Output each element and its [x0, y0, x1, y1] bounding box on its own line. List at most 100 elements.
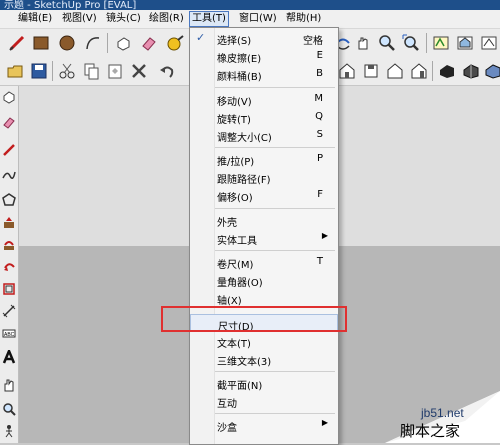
view-front-icon[interactable] — [384, 60, 406, 82]
menu-item-label: 互动 — [217, 399, 237, 410]
menu-edit[interactable]: 编辑(E) — [16, 12, 54, 26]
menu-item-label: 推/拉(P) — [217, 157, 255, 168]
style-monochrome-icon[interactable] — [460, 60, 482, 82]
menu-item-rotate[interactable]: 旋转(T) Q — [190, 108, 338, 126]
menu-item-label: 截平面(N) — [217, 381, 263, 392]
menu-item-label: 轴(X) — [217, 296, 242, 307]
freehand-icon[interactable] — [1, 166, 17, 184]
menu-item-shortcut: E — [316, 50, 323, 61]
menu-item-label: 选择(S) — [217, 36, 252, 47]
style-textured-icon[interactable] — [482, 60, 500, 82]
watermark-site-name: 脚本之家 — [400, 422, 461, 440]
eraser-tool-icon[interactable] — [1, 113, 17, 131]
style-hidden-line-icon[interactable] — [436, 60, 458, 82]
menu-camera[interactable]: 镜头(C) — [104, 12, 143, 26]
menu-item-scale[interactable]: 调整大小(C) S — [190, 126, 338, 144]
text-tool-icon[interactable]: ABC — [1, 324, 17, 342]
view-iso-icon[interactable] — [336, 60, 358, 82]
tape-measure-icon[interactable] — [164, 32, 186, 54]
menu-item-shortcut: P — [316, 153, 323, 164]
zoom-tool-icon[interactable] — [1, 400, 17, 418]
menu-item-push-pull[interactable]: 推/拉(P) P — [190, 150, 338, 168]
copy-icon[interactable] — [80, 60, 102, 82]
menu-item-label: 实体工具 — [217, 236, 257, 247]
view-right-icon[interactable] — [408, 60, 430, 82]
walk-icon[interactable] — [1, 422, 17, 440]
delete-icon[interactable] — [128, 60, 150, 82]
open-folder-icon[interactable] — [4, 60, 26, 82]
menu-item-section-plane[interactable]: 截平面(N) — [190, 374, 338, 392]
offset-icon[interactable] — [1, 280, 17, 298]
menu-help[interactable]: 帮助(H) — [284, 12, 323, 26]
menu-item-label: 跟随路径(F) — [217, 175, 271, 186]
dimension-tool-icon[interactable] — [1, 302, 17, 320]
menu-tools[interactable]: 工具(T) — [189, 11, 229, 27]
menu-item-label: 量角器(O) — [217, 278, 263, 289]
menu-item-shortcut: F — [317, 189, 323, 200]
rectangle-icon[interactable] — [30, 32, 52, 54]
make-component-icon[interactable] — [112, 32, 134, 54]
menu-item-select[interactable]: ✓ 选择(S) 空格 — [190, 29, 338, 47]
menu-item-paint-bucket[interactable]: 颜料桶(B) B — [190, 65, 338, 83]
menu-item-sandbox[interactable]: 沙盒 ▶ — [190, 416, 338, 434]
menu-separator — [215, 147, 335, 148]
menu-item-tape-measure[interactable]: 卷尺(M) T — [190, 253, 338, 271]
pencil-icon[interactable] — [6, 32, 28, 54]
circle-icon[interactable] — [56, 32, 78, 54]
follow-me-icon[interactable] — [1, 236, 17, 254]
3d-text-icon[interactable] — [1, 348, 17, 366]
window-title: 示题 - SketchUp Pro [EVAL] — [4, 0, 137, 10]
menu-item-solid-tools[interactable]: 实体工具 ▶ — [190, 229, 338, 247]
menu-item-label: 沙盒 — [217, 423, 237, 434]
menu-item-label: 橡皮擦(E) — [217, 54, 262, 65]
cut-icon[interactable] — [56, 60, 78, 82]
checkmark-icon: ✓ — [196, 31, 206, 44]
zoom-icon[interactable] — [376, 32, 398, 54]
arc-icon[interactable] — [82, 32, 104, 54]
menu-draw[interactable]: 绘图(R) — [147, 12, 186, 26]
menu-separator — [215, 371, 335, 372]
paste-icon[interactable] — [104, 60, 126, 82]
submenu-arrow-icon: ▶ — [321, 418, 328, 427]
menu-item-outer-shell[interactable]: 外壳 — [190, 211, 338, 229]
undo-icon[interactable] — [156, 60, 178, 82]
eraser-icon[interactable] — [138, 32, 160, 54]
menu-item-offset[interactable]: 偏移(O) F — [190, 186, 338, 204]
menu-view[interactable]: 视图(V) — [60, 12, 99, 26]
menu-window[interactable]: 窗口(W) — [237, 12, 279, 26]
style-xray-icon[interactable] — [430, 32, 452, 54]
menu-item-label: 旋转(T) — [217, 115, 251, 126]
large-tool-set-toolbar: ABC — [0, 86, 19, 443]
menu-separator — [215, 87, 335, 88]
tools-dropdown-menu: ✓ 选择(S) 空格 橡皮擦(E) E 颜料桶(B) B 移动(V) M 旋转(… — [189, 27, 339, 445]
view-top-icon[interactable] — [360, 60, 382, 82]
menu-item-label: 移动(V) — [217, 97, 252, 108]
menu-item-axes[interactable]: 轴(X) — [190, 289, 338, 307]
menu-item-text[interactable]: 文本(T) — [190, 332, 338, 350]
menu-item-label: 外壳 — [217, 218, 237, 229]
menu-item-follow-me[interactable]: 跟随路径(F) — [190, 168, 338, 186]
select-component-icon[interactable] — [1, 88, 17, 106]
highlight-annotation-box — [161, 306, 347, 332]
menu-item-move[interactable]: 移动(V) M — [190, 90, 338, 108]
menu-item-shortcut: S — [316, 129, 323, 140]
menu-item-protractor[interactable]: 量角器(O) — [190, 271, 338, 289]
line-tool-icon[interactable] — [1, 141, 17, 159]
svg-text:ABC: ABC — [4, 332, 15, 338]
menu-item-shortcut: M — [314, 93, 323, 104]
menu-item-3d-text[interactable]: 三维文本(3) — [190, 350, 338, 368]
rotate-tool-icon[interactable] — [1, 258, 17, 276]
zoom-extents-icon[interactable] — [400, 32, 422, 54]
menu-item-eraser[interactable]: 橡皮擦(E) E — [190, 47, 338, 65]
polygon-icon[interactable] — [1, 191, 17, 209]
style-shaded-icon[interactable] — [454, 32, 476, 54]
style-wire-icon[interactable] — [478, 32, 500, 54]
pan-tool-icon[interactable] — [1, 376, 17, 394]
menu-item-interact[interactable]: 互动 — [190, 392, 338, 410]
save-icon[interactable] — [28, 60, 50, 82]
push-pull-icon[interactable] — [1, 214, 17, 232]
menu-item-label: 卷尺(M) — [217, 260, 254, 271]
menu-separator — [215, 208, 335, 209]
menu-separator — [215, 413, 335, 414]
pan-icon[interactable] — [352, 32, 374, 54]
